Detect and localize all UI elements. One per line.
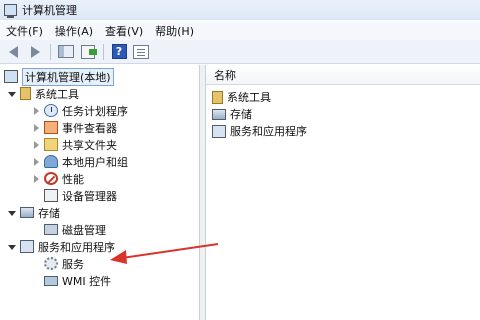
help-icon: ? [111, 44, 127, 59]
console-tree: 计算机管理(本地) 系统工具 任务计划程序 事件查看器 共享文件夹 本地用户和组 [0, 65, 200, 320]
tree-item-label: 计算机管理(本地) [22, 67, 114, 86]
tree-item-services-apps[interactable]: 服务和应用程序 [8, 238, 115, 255]
export-icon [81, 44, 97, 59]
tree-item-disk-management[interactable]: 磁盘管理 [44, 221, 106, 238]
tree-item-storage[interactable]: 存储 [8, 204, 60, 221]
collapse-icon[interactable] [8, 209, 16, 217]
collapse-icon[interactable] [8, 243, 16, 251]
expand-icon[interactable] [32, 106, 40, 115]
back-arrow-icon [8, 45, 18, 58]
computer-management-window: 计算机管理 文件(F) 操作(A) 查看(V) 帮助(H) ? 计算机管理(本地… [0, 0, 480, 320]
menu-bar: 文件(F) 操作(A) 查看(V) 帮助(H) [0, 22, 480, 40]
task-scheduler-icon [44, 104, 58, 117]
show-hide-console-tree-button[interactable] [57, 43, 75, 61]
tree-item-root[interactable]: 计算机管理(本地) [4, 67, 114, 86]
list-item-label: 系统工具 [227, 91, 271, 104]
users-icon [44, 155, 58, 168]
storage-icon [212, 108, 226, 120]
forward-button[interactable] [26, 43, 44, 61]
expand-icon[interactable] [32, 174, 40, 183]
list-item-label: 服务和应用程序 [230, 125, 307, 138]
services-apps-icon [20, 240, 34, 253]
performance-icon [44, 172, 58, 185]
tree-item-label: 共享文件夹 [62, 138, 117, 152]
disk-management-icon [44, 224, 58, 235]
help-button[interactable]: ? [110, 43, 128, 61]
tree-item-label: 服务和应用程序 [38, 240, 115, 254]
list-item-services-apps[interactable]: 服务和应用程序 [212, 123, 307, 139]
tree-item-system-tools[interactable]: 系统工具 [8, 85, 79, 102]
tree-item-performance[interactable]: 性能 [32, 170, 84, 187]
properties-icon [133, 44, 149, 59]
tree-item-label: 设备管理器 [62, 189, 117, 203]
forward-arrow-icon [30, 45, 40, 58]
computer-management-icon [4, 4, 17, 18]
system-tools-icon [212, 90, 223, 104]
menu-action[interactable]: 操作(A) [55, 23, 93, 39]
services-apps-icon [212, 124, 226, 138]
toolbar-separator [103, 43, 104, 60]
tree-item-wmi[interactable]: WMI 控件 [44, 272, 111, 289]
tree-item-label: 任务计划程序 [62, 104, 128, 118]
tree-item-services[interactable]: 服务 [44, 255, 84, 272]
tree-item-device-manager[interactable]: 设备管理器 [44, 187, 117, 204]
tree-item-shared-folders[interactable]: 共享文件夹 [32, 136, 117, 153]
properties-button[interactable] [132, 43, 150, 61]
toolbar: ? [0, 40, 480, 64]
device-manager-icon [44, 189, 58, 202]
tree-item-event-viewer[interactable]: 事件查看器 [32, 119, 117, 136]
tree-item-label: 磁盘管理 [62, 223, 106, 237]
tree-item-task-scheduler[interactable]: 任务计划程序 [32, 102, 128, 119]
tree-item-label: 服务 [62, 257, 84, 271]
computer-icon [4, 70, 18, 83]
tree-item-local-users[interactable]: 本地用户和组 [32, 153, 128, 170]
menu-view[interactable]: 查看(V) [105, 23, 143, 39]
tree-item-label: 事件查看器 [62, 121, 117, 135]
console-tree-icon [58, 45, 74, 58]
column-header-label: 名称 [214, 68, 236, 82]
expand-icon[interactable] [32, 123, 40, 132]
window-title: 计算机管理 [22, 4, 77, 17]
services-gear-icon [44, 257, 58, 270]
menu-help[interactable]: 帮助(H) [155, 23, 194, 39]
expand-icon[interactable] [32, 157, 40, 166]
list-item-system-tools[interactable]: 系统工具 [212, 89, 271, 105]
storage-icon [20, 207, 34, 218]
toolbar-separator [50, 43, 51, 60]
title-bar: 计算机管理 [0, 0, 480, 20]
tree-item-label: 本地用户和组 [62, 155, 128, 169]
list-item-storage[interactable]: 存储 [212, 106, 252, 122]
expand-icon[interactable] [32, 140, 40, 149]
shared-folder-icon [44, 138, 58, 151]
export-list-button[interactable] [79, 43, 97, 61]
list-item-label: 存储 [230, 108, 252, 121]
system-tools-icon [20, 87, 31, 100]
tree-item-label: 系统工具 [35, 87, 79, 101]
details-pane: 名称 系统工具 存储 服务和应用程序 [206, 65, 480, 320]
collapse-icon[interactable] [8, 90, 16, 98]
tree-item-label: WMI 控件 [62, 274, 112, 288]
column-header-name[interactable]: 名称 [206, 65, 480, 85]
back-button[interactable] [4, 43, 22, 61]
wmi-control-icon [44, 275, 58, 286]
event-viewer-icon [44, 121, 58, 134]
tree-item-label: 存储 [38, 206, 60, 220]
menu-file[interactable]: 文件(F) [6, 23, 43, 39]
tree-item-label: 性能 [62, 172, 84, 186]
